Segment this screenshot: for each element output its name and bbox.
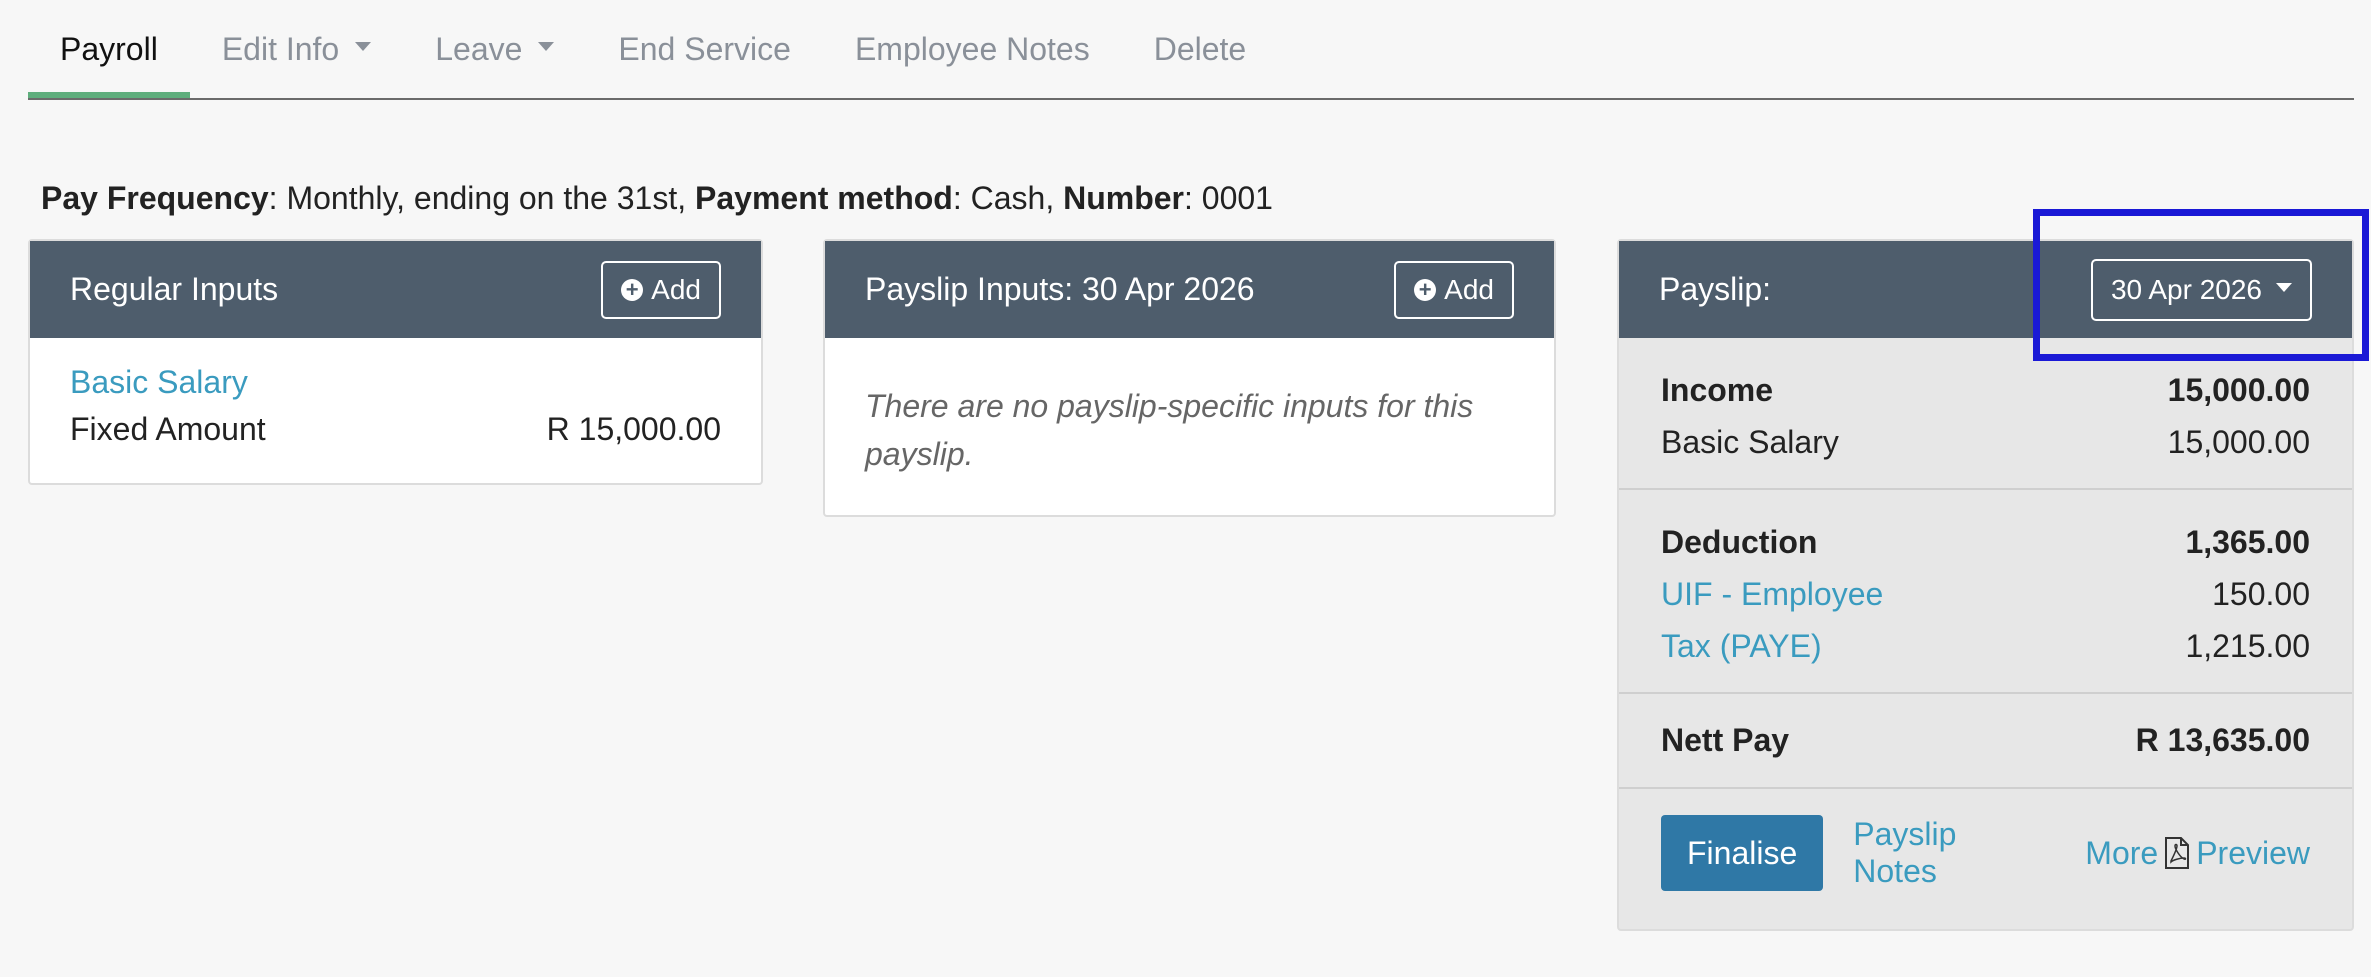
nett-pay-section: Nett Pay R 13,635.00: [1619, 694, 2352, 789]
more-preview-link[interactable]: More Preview: [2085, 835, 2310, 872]
basic-salary-link[interactable]: Basic Salary: [70, 364, 721, 401]
payslip-inputs-title: Payslip Inputs: 30 Apr 2026: [865, 271, 1255, 307]
regular-inputs-header: Regular Inputs + Add: [30, 241, 761, 338]
tab-delete[interactable]: Delete: [1122, 0, 1279, 98]
tab-employee-notes[interactable]: Employee Notes: [823, 0, 1122, 98]
tab-payroll-label: Payroll: [60, 30, 158, 67]
payslip-inputs-add-button[interactable]: + Add: [1394, 260, 1514, 319]
payslip-date-label: 30 Apr 2026: [2110, 273, 2262, 305]
finalise-button[interactable]: Finalise: [1661, 815, 1824, 891]
payslip-header: Payslip: 30 Apr 2026: [1619, 241, 2352, 338]
payroll-page: Payroll Edit Info Leave End Service Empl…: [0, 0, 2371, 977]
number-value: : 0001: [1184, 180, 1273, 216]
deduction-label: Deduction: [1661, 523, 1818, 560]
income-section: Income 15,000.00 Basic Salary 15,000.00: [1619, 338, 2352, 490]
regular-inputs-card: Regular Inputs + Add Basic Salary Fixed …: [28, 239, 763, 485]
nett-pay-label: Nett Pay: [1661, 722, 1790, 758]
income-total-row: Income 15,000.00: [1661, 364, 2310, 416]
tab-employee-notes-label: Employee Notes: [854, 30, 1090, 67]
payslip-inputs-card: Payslip Inputs: 30 Apr 2026 + Add There …: [823, 239, 1556, 517]
tab-end-service-label: End Service: [618, 30, 791, 67]
add-label: Add: [1444, 273, 1494, 305]
preview-label: Preview: [2196, 834, 2310, 871]
caret-down-icon: [2276, 283, 2292, 292]
fixed-amount-value: R 15,000.00: [546, 411, 721, 447]
tab-leave[interactable]: Leave: [403, 0, 586, 98]
deduction-total-row: Deduction 1,365.00: [1661, 516, 2310, 568]
regular-inputs-body: Basic Salary Fixed Amount R 15,000.00: [30, 338, 761, 474]
payslip-inputs-header: Payslip Inputs: 30 Apr 2026 + Add: [825, 241, 1554, 338]
regular-inputs-add-button[interactable]: + Add: [601, 260, 721, 319]
tab-edit-info-label: Edit Info: [221, 30, 340, 67]
plus-circle-icon: +: [621, 278, 644, 301]
tab-end-service[interactable]: End Service: [586, 0, 823, 98]
uif-amount: 150.00: [2212, 575, 2310, 612]
basic-salary-label: Basic Salary: [1661, 423, 1839, 460]
fixed-amount-label: Fixed Amount: [70, 411, 266, 447]
tab-payroll[interactable]: Payroll: [28, 0, 190, 98]
payslip-title: Payslip:: [1659, 271, 1772, 307]
pay-frequency-label: Pay Frequency: [41, 180, 269, 216]
payslip-notes-link[interactable]: Payslip Notes: [1853, 816, 2037, 890]
caret-down-icon: [538, 41, 555, 51]
deduction-total: 1,365.00: [2185, 523, 2310, 560]
basic-salary-payslip-row: Basic Salary 15,000.00: [1661, 416, 2310, 468]
payment-method-label: Payment method: [695, 180, 953, 216]
add-label: Add: [651, 273, 701, 305]
payslip-inputs-empty-message: There are no payslip-specific inputs for…: [865, 388, 1474, 472]
tab-edit-info[interactable]: Edit Info: [190, 0, 403, 98]
basic-salary-amount: 15,000.00: [2167, 423, 2310, 460]
number-label: Number: [1063, 180, 1184, 216]
regular-inputs-title: Regular Inputs: [70, 271, 279, 307]
pay-frequency-value: : Monthly, ending on the 31st,: [268, 180, 695, 216]
pdf-file-icon: [2165, 837, 2190, 869]
tax-amount: 1,215.00: [2185, 627, 2310, 664]
income-label: Income: [1661, 371, 1774, 408]
payment-method-value: : Cash,: [952, 180, 1064, 216]
payslip-footer: Finalise Payslip Notes More Preview: [1619, 789, 2352, 917]
tab-delete-label: Delete: [1153, 30, 1247, 67]
nett-pay-row: Nett Pay R 13,635.00: [1661, 722, 2310, 759]
uif-employee-link[interactable]: UIF - Employee: [1661, 576, 1883, 613]
deduction-section: Deduction 1,365.00 UIF - Employee 150.00…: [1619, 490, 2352, 694]
payslip-card: Payslip: 30 Apr 2026 Income 15,000.00 Ba…: [1617, 239, 2354, 931]
more-label: More: [2085, 834, 2159, 871]
basic-salary-row: Fixed Amount R 15,000.00: [70, 411, 721, 448]
tax-paye-link[interactable]: Tax (PAYE): [1661, 628, 1822, 665]
tab-bar: Payroll Edit Info Leave End Service Empl…: [28, 0, 2354, 100]
tax-row: Tax (PAYE) 1,215.00: [1661, 620, 2310, 672]
plus-circle-icon: +: [1414, 278, 1437, 301]
uif-row: UIF - Employee 150.00: [1661, 568, 2310, 620]
tab-leave-label: Leave: [435, 30, 523, 67]
caret-down-icon: [355, 41, 372, 51]
nett-pay-amount: R 13,635.00: [2135, 722, 2310, 758]
payslip-date-dropdown[interactable]: 30 Apr 2026: [2090, 258, 2312, 321]
income-total: 15,000.00: [2167, 371, 2310, 408]
pay-info-line: Pay Frequency: Monthly, ending on the 31…: [41, 180, 1273, 217]
